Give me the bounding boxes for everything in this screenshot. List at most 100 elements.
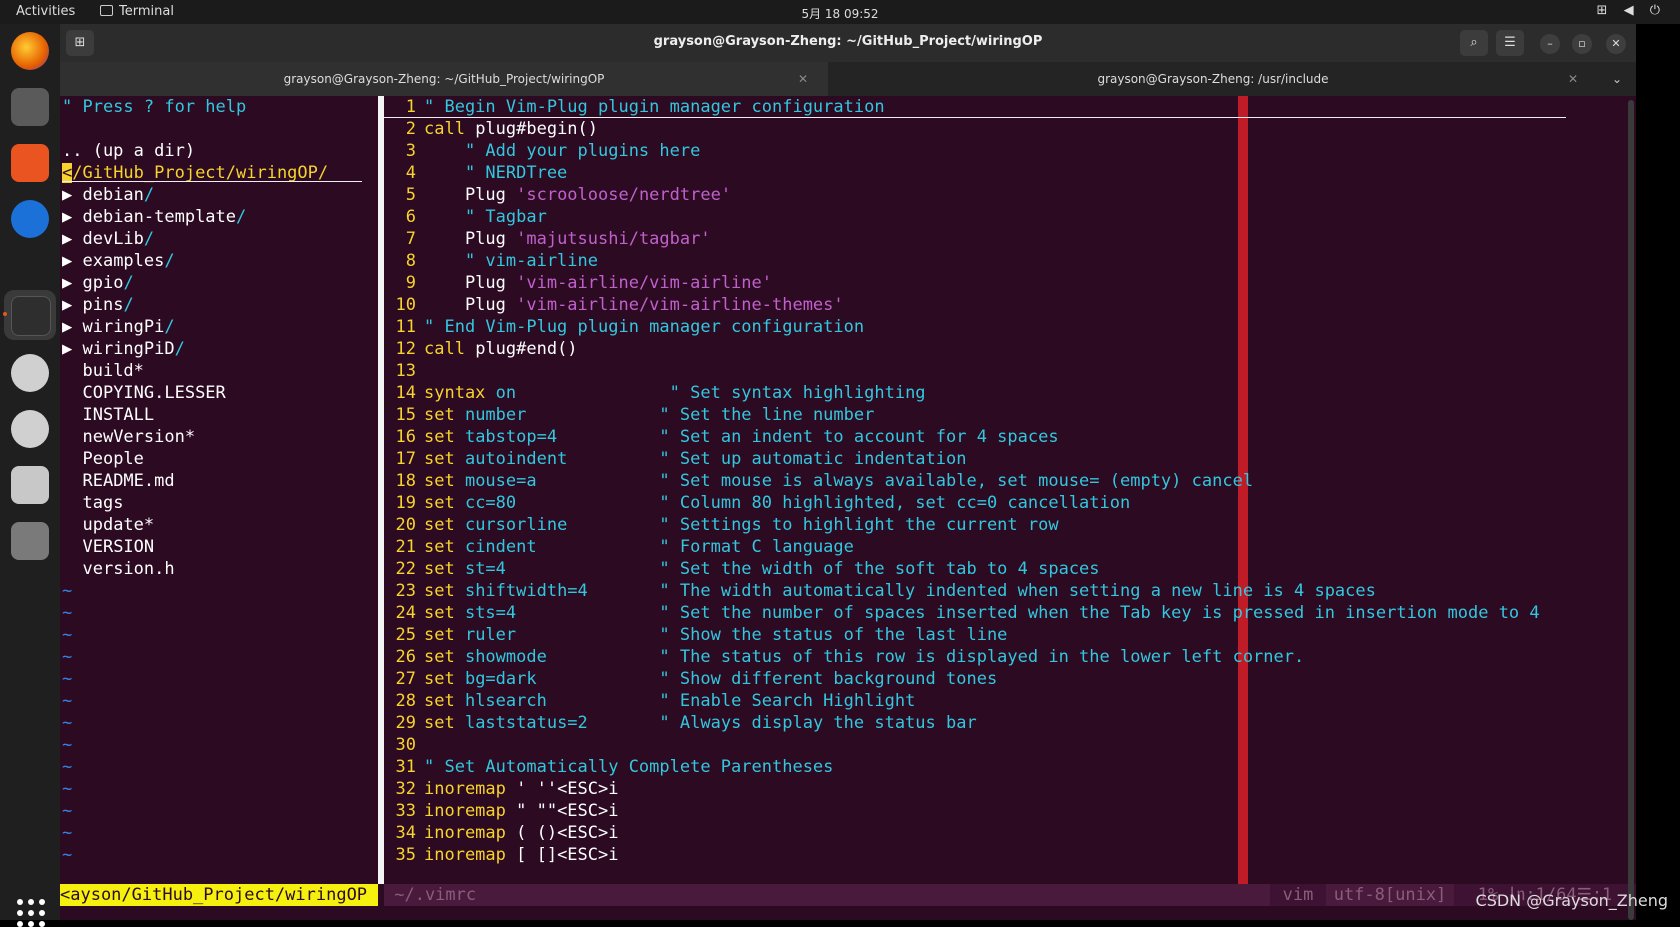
code-line[interactable]: 20 set cursorline " Settings to highlight… [386, 514, 1546, 536]
system-tray[interactable]: ⊞ ◀ ⏻ [1597, 3, 1666, 18]
expand-arrow-icon[interactable]: ▶ [62, 207, 82, 227]
code-line[interactable]: 13 [386, 360, 1546, 382]
tab-wiringop[interactable]: grayson@Grayson-Zheng: ~/GitHub_Project/… [60, 62, 828, 96]
updir-line[interactable]: .. (up a dir) [62, 140, 372, 162]
empty-line[interactable]: ~ [62, 712, 372, 734]
tree-file[interactable]: COPYING.LESSER [62, 382, 372, 404]
code-line[interactable]: 23 set shiftwidth=4 " The width automatic… [386, 580, 1546, 602]
disc-icon[interactable] [11, 354, 49, 392]
search-button[interactable]: ⌕ [1460, 30, 1488, 56]
code-line[interactable]: 29 set laststatus=2 " Always display the … [386, 712, 1546, 734]
menu-button[interactable]: ☰ [1496, 30, 1524, 56]
empty-line[interactable]: ~ [62, 778, 372, 800]
code-line[interactable]: 18 set mouse=a " Set mouse is always avai… [386, 470, 1546, 492]
empty-line[interactable]: ~ [62, 800, 372, 822]
code-line[interactable]: 24 set sts=4 " Set the number of spaces i… [386, 602, 1546, 624]
tree-dir[interactable]: ▶ examples/ [62, 250, 372, 272]
code-line[interactable]: 17 set autoindent " Set up automatic inde… [386, 448, 1546, 470]
terminal-content[interactable]: " Press ? for help .. (up a dir) </GitHub_… [60, 96, 1636, 920]
code-line[interactable]: 28 set hlsearch " Enable Search Highlight [386, 690, 1546, 712]
code-line[interactable]: 12 call plug#end() [386, 338, 1546, 360]
tree-dir[interactable]: ▶ pins/ [62, 294, 372, 316]
expand-arrow-icon[interactable]: ▶ [62, 339, 82, 359]
close-tab-icon[interactable]: ✕ [1568, 62, 1578, 96]
expand-arrow-icon[interactable]: ▶ [62, 317, 82, 337]
code-line[interactable]: 32 inoremap ' ''<ESC>i [386, 778, 1546, 800]
vimrc-editor[interactable]: 1 " Begin Vim-Plug plugin manager configu… [386, 96, 1566, 884]
files-icon[interactable] [11, 88, 49, 126]
code-line[interactable]: 30 [386, 734, 1546, 756]
code-line[interactable]: 11 " End Vim-Plug plugin manager configur… [386, 316, 1546, 338]
expand-arrow-icon[interactable]: ▶ [62, 273, 82, 293]
code-line[interactable]: 1 " Begin Vim-Plug plugin manager configu… [386, 96, 1546, 118]
empty-line[interactable]: ~ [62, 734, 372, 756]
code-line[interactable]: 31 " Set Automatically Complete Parenthes… [386, 756, 1546, 778]
code-line[interactable]: 3 " Add your plugins here [386, 140, 1546, 162]
minimize-button[interactable]: – [1540, 34, 1560, 54]
code-line[interactable]: 6 " Tagbar [386, 206, 1546, 228]
tree-dir[interactable]: ▶ wiringPi/ [62, 316, 372, 338]
terminal-icon[interactable] [11, 296, 51, 336]
code-line[interactable]: 4 " NERDTree [386, 162, 1546, 184]
tree-dir[interactable]: ▶ debian-template/ [62, 206, 372, 228]
empty-line[interactable]: ~ [62, 690, 372, 712]
tab-usr-include[interactable]: grayson@Grayson-Zheng: /usr/include ✕ [828, 62, 1598, 96]
code-line[interactable]: 2 call plug#begin() [386, 118, 1546, 140]
tree-file[interactable]: build* [62, 360, 372, 382]
maximize-button[interactable]: ▫ [1572, 34, 1592, 54]
help-icon[interactable] [11, 200, 49, 238]
close-button[interactable]: ✕ [1606, 34, 1626, 54]
tree-dir[interactable]: ▶ debian/ [62, 184, 372, 206]
tree-file[interactable]: README.md [62, 470, 372, 492]
tree-file[interactable]: version.h [62, 558, 372, 580]
expand-arrow-icon[interactable]: ▶ [62, 295, 82, 315]
chevron-down-icon[interactable]: ⌄ [1612, 62, 1622, 96]
code-line[interactable]: 8 " vim-airline [386, 250, 1546, 272]
code-line[interactable]: 33 inoremap " ""<ESC>i [386, 800, 1546, 822]
tree-dir[interactable]: ▶ wiringPiD/ [62, 338, 372, 360]
disc-icon[interactable] [11, 410, 49, 448]
code-line[interactable]: 15 set number " Set the line number [386, 404, 1546, 426]
close-tab-icon[interactable]: ✕ [798, 62, 808, 96]
firefox-icon[interactable] [11, 32, 49, 70]
tree-file[interactable]: update* [62, 514, 372, 536]
code-line[interactable]: 16 set tabstop=4 " Set an indent to accou… [386, 426, 1546, 448]
scrollbar[interactable] [1628, 100, 1634, 920]
code-line[interactable]: 5 Plug 'scrooloose/nerdtree' [386, 184, 1546, 206]
code-line[interactable]: 26 set showmode " The status of this row … [386, 646, 1546, 668]
empty-line[interactable]: ~ [62, 624, 372, 646]
code-line[interactable]: 14 syntax on " Set syntax highlighting [386, 382, 1546, 404]
trash-icon[interactable] [11, 522, 49, 560]
code-line[interactable]: 19 set cc=80 " Column 80 highlighted, set… [386, 492, 1546, 514]
tree-file[interactable]: tags [62, 492, 372, 514]
tree-file[interactable]: VERSION [62, 536, 372, 558]
empty-line[interactable]: ~ [62, 602, 372, 624]
empty-line[interactable]: ~ [62, 822, 372, 844]
code-line[interactable]: 7 Plug 'majutsushi/tagbar' [386, 228, 1546, 250]
code-line[interactable]: 34 inoremap ( ()<ESC>i [386, 822, 1546, 844]
code-line[interactable]: 9 Plug 'vim-airline/vim-airline' [386, 272, 1546, 294]
app-center-icon[interactable] [11, 144, 49, 182]
tree-dir[interactable]: ▶ devLib/ [62, 228, 372, 250]
expand-arrow-icon[interactable]: ▶ [62, 229, 82, 249]
expand-arrow-icon[interactable]: ▶ [62, 185, 82, 205]
tree-dir[interactable]: ▶ gpio/ [62, 272, 372, 294]
clock[interactable]: 5月 18 09:52 [0, 5, 1680, 22]
save-icon[interactable] [11, 466, 49, 504]
empty-line[interactable]: ~ [62, 580, 372, 602]
code-line[interactable]: 21 set cindent " Format C language [386, 536, 1546, 558]
help-line[interactable]: " Press ? for help [62, 96, 372, 118]
code-line[interactable]: 35 inoremap [ []<ESC>i [386, 844, 1546, 866]
tree-file[interactable]: People [62, 448, 372, 470]
code-line[interactable]: 10 Plug 'vim-airline/vim-airline-themes' [386, 294, 1546, 316]
show-apps-icon[interactable] [17, 899, 45, 927]
empty-line[interactable]: ~ [62, 668, 372, 690]
tree-file[interactable]: newVersion* [62, 426, 372, 448]
code-line[interactable]: 27 set bg=dark " Show different backgroun… [386, 668, 1546, 690]
expand-arrow-icon[interactable]: ▶ [62, 251, 82, 271]
code-line[interactable]: 25 set ruler " Show the status of the las… [386, 624, 1546, 646]
empty-line[interactable]: ~ [62, 756, 372, 778]
empty-line[interactable]: ~ [62, 844, 372, 866]
split-separator[interactable] [378, 96, 384, 884]
tree-file[interactable]: INSTALL [62, 404, 372, 426]
